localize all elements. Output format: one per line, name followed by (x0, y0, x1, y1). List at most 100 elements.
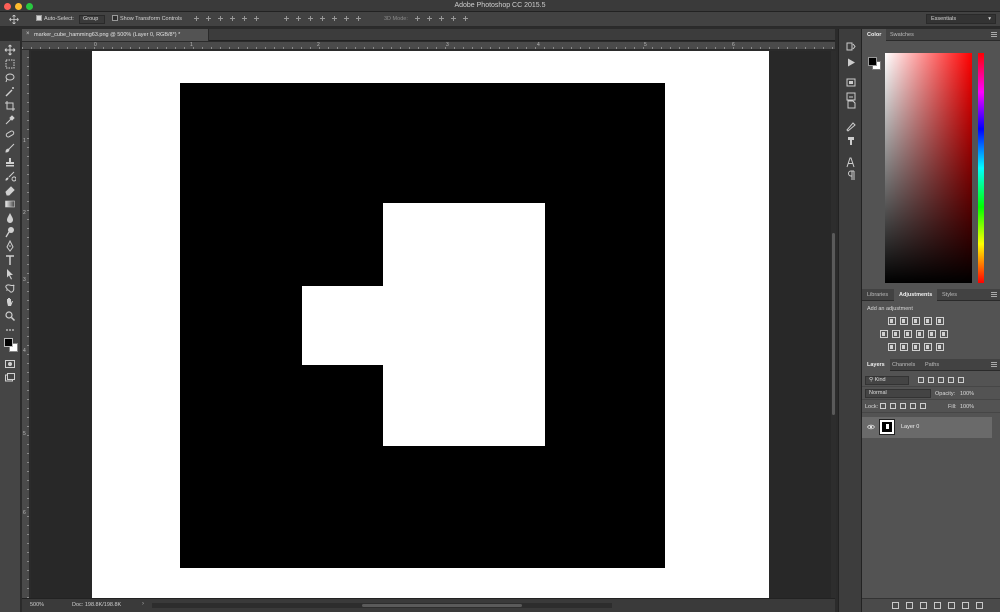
clone-stamp-tool-icon[interactable] (4, 156, 16, 168)
document-tab[interactable]: × marker_cube_hamming63.png @ 500% (Laye… (22, 29, 209, 41)
lock-image-icon[interactable] (890, 403, 896, 409)
distribute-top-icon[interactable] (283, 15, 290, 22)
invert-icon[interactable] (888, 343, 896, 351)
brush-tool-icon[interactable] (4, 142, 16, 154)
blur-tool-icon[interactable] (4, 212, 16, 224)
foreground-color-swatch[interactable] (4, 338, 13, 347)
exposure-icon[interactable] (924, 317, 932, 325)
layer-style-fx-icon[interactable] (906, 602, 913, 609)
layer-name[interactable]: Layer 0 (901, 424, 919, 430)
color-balance-icon[interactable] (892, 330, 900, 338)
align-vcenter-icon[interactable] (205, 15, 212, 22)
slide-3d-icon[interactable] (450, 15, 457, 22)
vertical-scrollbar[interactable] (831, 51, 836, 598)
distribute-vcenter-icon[interactable] (295, 15, 302, 22)
history-panel-icon[interactable] (845, 41, 857, 52)
distribute-hcenter-icon[interactable] (331, 15, 338, 22)
lock-position-icon[interactable] (900, 403, 906, 409)
canvas-workspace[interactable] (31, 51, 831, 598)
align-right-icon[interactable] (253, 15, 260, 22)
new-layer-icon[interactable] (962, 602, 969, 609)
brush-presets-icon[interactable] (845, 121, 857, 132)
dodge-tool-icon[interactable] (4, 226, 16, 238)
filter-adjustment-icon[interactable] (928, 377, 934, 383)
scale-3d-icon[interactable] (462, 15, 469, 22)
vertical-scroll-thumb[interactable] (832, 233, 835, 415)
show-transform-checkbox[interactable]: Show Transform Controls (112, 15, 182, 24)
vertical-ruler[interactable]: 1 2 3 4 5 6 (22, 50, 30, 598)
posterize-icon[interactable] (900, 343, 908, 351)
layer-filter-dropdown[interactable]: ⚲ Kind (865, 376, 909, 385)
new-adjustment-layer-icon[interactable] (934, 602, 941, 609)
filter-type-icon[interactable] (938, 377, 944, 383)
eyedropper-tool-icon[interactable] (4, 114, 16, 126)
move-tool-icon[interactable] (4, 44, 16, 56)
zoom-tool-icon[interactable] (4, 310, 16, 322)
curves-icon[interactable] (912, 317, 920, 325)
hand-tool-icon[interactable] (4, 296, 16, 308)
tab-color[interactable]: Color (862, 29, 887, 41)
healing-brush-tool-icon[interactable] (4, 128, 16, 140)
hue-slider[interactable] (978, 53, 984, 283)
layer-row[interactable]: Layer 0 (862, 417, 992, 438)
threshold-icon[interactable] (912, 343, 920, 351)
lasso-tool-icon[interactable] (4, 72, 16, 84)
photo-filter-icon[interactable] (916, 330, 924, 338)
actions-play-icon[interactable] (845, 57, 857, 68)
gradient-tool-icon[interactable] (4, 198, 16, 210)
auto-select-dropdown[interactable]: Group (79, 15, 106, 24)
workspace-switcher[interactable]: Essentials ▾ (926, 14, 996, 24)
paragraph-panel-icon[interactable] (845, 170, 857, 181)
align-left-icon[interactable] (229, 15, 236, 22)
close-tab-icon[interactable]: × (26, 31, 30, 37)
distribute-right-icon[interactable] (343, 15, 350, 22)
zoom-level[interactable]: 500% (30, 602, 44, 608)
color-picker-field[interactable] (885, 53, 972, 283)
horizontal-ruler[interactable]: 0 1 2 3 4 5 6 (22, 42, 835, 50)
filter-pixel-icon[interactable] (918, 377, 924, 383)
lock-artboard-icon[interactable] (910, 403, 916, 409)
horizontal-scrollbar[interactable] (152, 603, 612, 608)
selective-color-icon[interactable] (936, 343, 944, 351)
auto-select-checkbox[interactable]: Auto-Select: (36, 15, 74, 24)
new-group-icon[interactable] (948, 602, 955, 609)
horizontal-scroll-thumb[interactable] (362, 604, 522, 607)
delete-layer-icon[interactable] (976, 602, 983, 609)
path-selection-tool-icon[interactable] (4, 268, 16, 280)
screen-mode-icon[interactable] (4, 372, 16, 384)
align-bottom-icon[interactable] (217, 15, 224, 22)
align-hcenter-icon[interactable] (241, 15, 248, 22)
filter-shape-icon[interactable] (948, 377, 954, 383)
channel-mixer-icon[interactable] (928, 330, 936, 338)
add-mask-icon[interactable] (920, 602, 927, 609)
distribute-bottom-icon[interactable] (307, 15, 314, 22)
document-canvas[interactable] (92, 51, 769, 598)
hue-saturation-icon[interactable] (880, 330, 888, 338)
blend-mode-dropdown[interactable]: Normal (865, 389, 931, 398)
levels-icon[interactable] (900, 317, 908, 325)
eraser-tool-icon[interactable] (4, 184, 16, 196)
brightness-contrast-icon[interactable] (888, 317, 896, 325)
properties-panel-icon[interactable] (845, 77, 857, 88)
opacity-value[interactable]: 100% (960, 391, 974, 397)
link-layers-icon[interactable] (892, 602, 899, 609)
crop-tool-icon[interactable] (4, 100, 16, 112)
clone-source-icon[interactable] (845, 99, 857, 110)
vibrance-icon[interactable] (936, 317, 944, 325)
tool-presets-icon[interactable] (845, 135, 857, 146)
color-panel-menu-icon[interactable] (991, 32, 997, 38)
lock-transparent-icon[interactable] (880, 403, 886, 409)
magic-wand-tool-icon[interactable] (4, 86, 16, 98)
move-tool-preset-icon[interactable] (9, 14, 21, 25)
pen-tool-icon[interactable] (4, 240, 16, 252)
pan-3d-icon[interactable] (438, 15, 445, 22)
custom-shape-tool-icon[interactable] (4, 282, 16, 294)
quick-mask-icon[interactable] (4, 358, 16, 370)
character-panel-icon[interactable] (845, 157, 857, 168)
gradient-map-icon[interactable] (924, 343, 932, 351)
fill-value[interactable]: 100% (960, 404, 974, 410)
history-brush-tool-icon[interactable] (4, 170, 16, 182)
orbit-3d-icon[interactable] (414, 15, 421, 22)
tab-swatches[interactable]: Swatches (885, 29, 919, 41)
status-menu-arrow-icon[interactable]: › (142, 601, 144, 607)
